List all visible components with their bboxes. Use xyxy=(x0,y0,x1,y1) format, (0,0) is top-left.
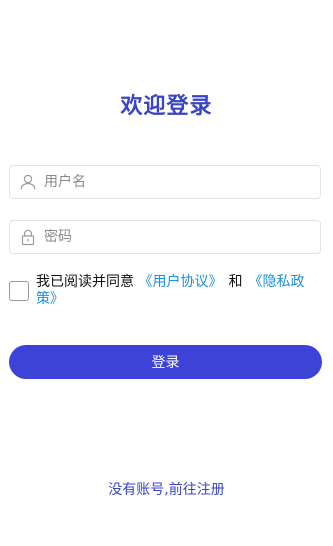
register-link[interactable]: 没有账号,前往注册 xyxy=(0,479,333,499)
agreement-checkbox[interactable] xyxy=(9,281,29,301)
user-agreement-link[interactable]: 《用户协议》 xyxy=(138,274,222,290)
username-input[interactable] xyxy=(44,174,304,190)
page-title: 欢迎登录 xyxy=(120,94,213,119)
password-field[interactable] xyxy=(9,220,321,254)
username-field[interactable] xyxy=(9,165,321,199)
agreement-row: 我已阅读并同意 《用户协议》和《隐私政策》 xyxy=(9,274,321,314)
user-icon xyxy=(18,172,38,192)
agreement-text: 我已阅读并同意 《用户协议》和《隐私政策》 xyxy=(36,274,321,308)
lock-icon xyxy=(18,227,38,247)
password-input[interactable] xyxy=(44,229,304,245)
login-button[interactable]: 登录 xyxy=(9,345,322,379)
agreement-conjunction: 和 xyxy=(228,274,243,290)
agreement-prefix: 我已阅读并同意 xyxy=(36,274,134,290)
